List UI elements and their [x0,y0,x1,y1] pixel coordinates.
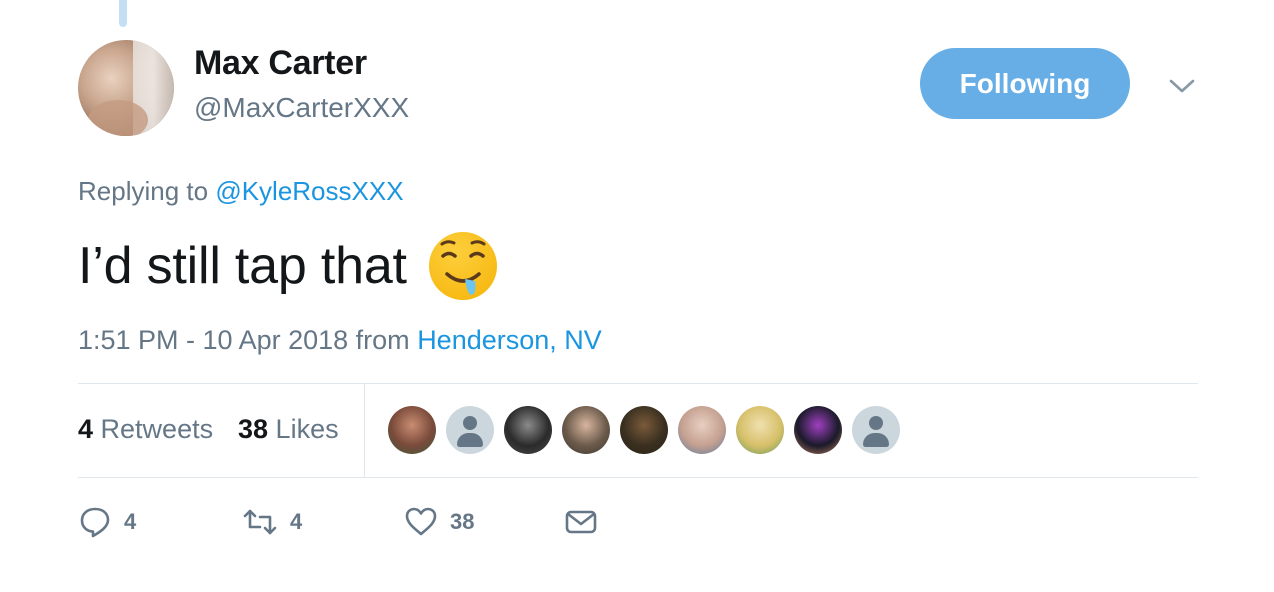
location-link[interactable]: Henderson, NV [417,325,602,355]
liker-avatar[interactable] [736,406,784,454]
tweet-page: Max Carter @MaxCarterXXX Following Reply… [0,0,1274,592]
direct-message-button[interactable] [564,505,598,539]
following-button[interactable]: Following [920,48,1130,119]
retweet-icon [242,505,278,539]
reply-icon [78,505,112,539]
liker-avatar[interactable] [794,406,842,454]
liker-avatar[interactable] [562,406,610,454]
liker-avatar[interactable] [852,406,900,454]
like-button[interactable]: 38 [404,505,474,539]
reply-count: 4 [124,509,137,534]
default-avatar-head [463,416,477,430]
like-count: 38 [450,509,475,534]
reply-mention-link[interactable]: @KyleRossXXX [215,176,403,206]
envelope-icon [564,505,598,539]
chevron-down-icon[interactable] [1168,76,1196,96]
thread-connector-line [119,0,127,27]
default-avatar-body [457,433,483,447]
likes-count: 38 [238,414,269,444]
heart-icon [404,505,438,539]
tweet-text-content: I’d still tap that [78,237,407,295]
likes-label: Likes [268,414,339,444]
liker-avatar[interactable] [388,406,436,454]
likes-stat[interactable]: 38 Likes [238,414,339,445]
reply-button[interactable]: 4 [78,505,136,539]
timestamp-text: 1:51 PM - 10 Apr 2018 from [78,325,418,355]
liker-avatar[interactable] [504,406,552,454]
retweets-stat[interactable]: 4 Retweets [78,414,213,445]
liker-avatars [388,406,910,454]
divider-top [78,383,1198,384]
liker-avatar[interactable] [678,406,726,454]
retweets-count: 4 [78,414,94,444]
default-avatar-body [863,433,889,447]
replying-to-line: Replying to @KyleRossXXX [78,176,404,207]
retweet-button[interactable]: 4 [242,505,302,539]
author-name[interactable]: Max Carter [194,44,367,83]
tweet-text: I’d still tap that [78,230,499,302]
retweets-label: Retweets [93,414,214,444]
author-handle[interactable]: @MaxCarterXXX [194,92,409,124]
liker-avatar[interactable] [620,406,668,454]
drooling-face-icon [427,230,499,302]
retweet-count: 4 [290,509,303,534]
default-avatar-head [869,416,883,430]
replying-to-label: Replying to [78,176,216,206]
divider-bottom [78,477,1198,478]
stats-divider [364,383,365,477]
author-avatar[interactable] [78,40,174,136]
tweet-timestamp: 1:51 PM - 10 Apr 2018 from Henderson, NV [78,325,602,356]
liker-avatar[interactable] [446,406,494,454]
